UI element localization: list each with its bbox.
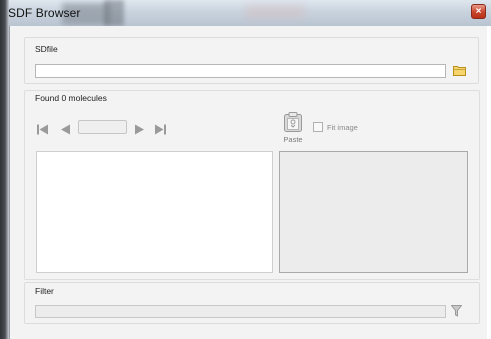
previous-icon[interactable] xyxy=(60,124,71,135)
funnel-icon[interactable] xyxy=(451,305,462,317)
sdfile-path-input[interactable] xyxy=(35,64,446,78)
sdfile-group-label: SDfile xyxy=(35,44,58,54)
next-icon[interactable] xyxy=(134,124,145,135)
close-icon: × xyxy=(475,6,482,17)
clipboard-icon xyxy=(284,112,302,132)
title-bar[interactable]: SDF Browser × xyxy=(0,0,491,26)
molecules-group-label: Found 0 molecules xyxy=(35,93,107,103)
window-left-edge xyxy=(0,0,9,339)
paste-label: Paste xyxy=(283,135,303,144)
fit-image-label: Fit image xyxy=(327,123,358,132)
sdf-browser-window: SDF Browser × SDfile Found 0 molecules P… xyxy=(0,0,491,339)
folder-icon[interactable] xyxy=(453,65,466,76)
paste-button[interactable]: Paste xyxy=(280,111,306,145)
molecule-list[interactable] xyxy=(36,151,273,273)
molecule-image-view xyxy=(279,151,468,273)
close-button[interactable]: × xyxy=(471,4,486,19)
filter-group-label: Filter xyxy=(35,286,54,296)
molecule-index-field[interactable] xyxy=(78,120,127,134)
fit-image-checkbox[interactable] xyxy=(313,122,323,132)
last-icon[interactable] xyxy=(154,124,166,135)
first-icon[interactable] xyxy=(37,124,49,135)
filter-input[interactable] xyxy=(35,305,446,318)
window-title: SDF Browser xyxy=(8,6,81,20)
